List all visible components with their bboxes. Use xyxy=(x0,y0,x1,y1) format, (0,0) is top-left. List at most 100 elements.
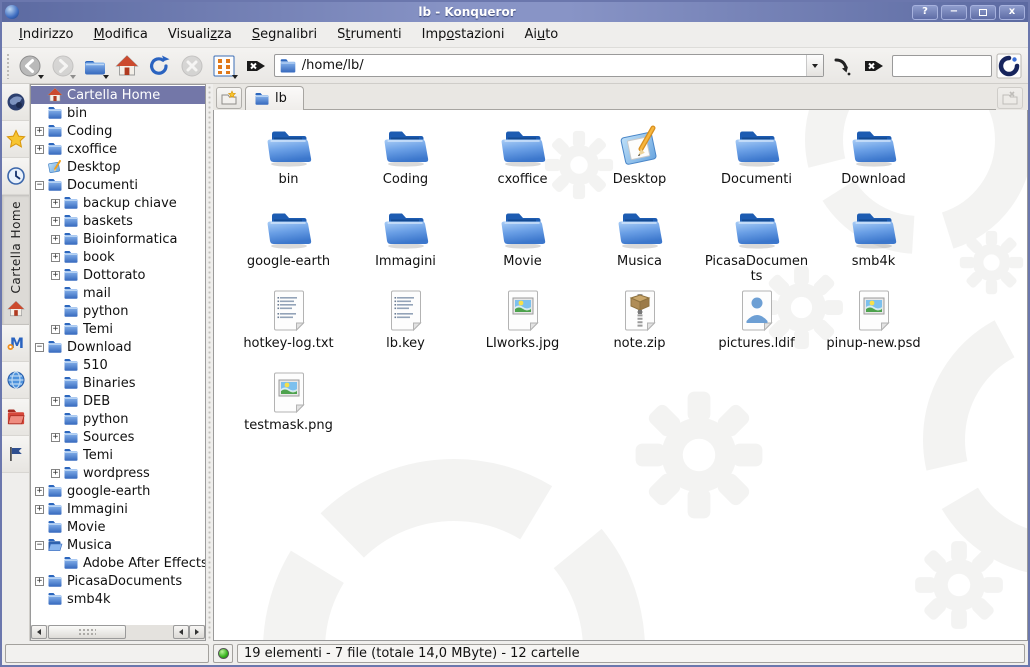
menu-visualizza[interactable]: Visualizza xyxy=(159,24,241,45)
icon-view[interactable]: binCodingcxofficeDesktopDocumentiDownloa… xyxy=(213,110,1028,641)
tree-item-desktop[interactable]: Desktop xyxy=(31,158,205,176)
expand-icon[interactable]: + xyxy=(51,325,60,334)
expand-icon[interactable]: + xyxy=(35,127,44,136)
file-note.zip[interactable]: note.zip xyxy=(581,284,698,366)
file-liworks.jpg[interactable]: LIworks.jpg xyxy=(464,284,581,366)
file-smb4k[interactable]: smb4k xyxy=(815,202,932,284)
expand-icon[interactable]: + xyxy=(51,397,60,406)
expand-icon[interactable]: + xyxy=(51,235,60,244)
menu-aiuto[interactable]: Aiuto xyxy=(515,24,567,45)
tree-item-cxoffice[interactable]: +cxoffice xyxy=(31,140,205,158)
tree-item-coding[interactable]: +Coding xyxy=(31,122,205,140)
file-cxoffice[interactable]: cxoffice xyxy=(464,120,581,202)
expand-icon[interactable]: + xyxy=(35,577,44,586)
tree-item-python[interactable]: python xyxy=(31,302,205,320)
forward-button[interactable] xyxy=(48,51,77,81)
scroll-left-button-2[interactable] xyxy=(173,625,189,639)
tree-item-binaries[interactable]: Binaries xyxy=(31,374,205,392)
menu-impostazioni[interactable]: Impostazioni xyxy=(413,24,514,45)
menu-indirizzo[interactable]: Indirizzo xyxy=(10,24,83,45)
reload-button[interactable] xyxy=(145,51,174,81)
network-panel-button[interactable] xyxy=(2,362,29,399)
scrollbar-track[interactable] xyxy=(47,625,173,640)
file-coding[interactable]: Coding xyxy=(347,120,464,202)
expand-icon[interactable]: + xyxy=(51,217,60,226)
metabar-panel-button[interactable]: M xyxy=(2,325,29,362)
tree-item-temi[interactable]: +Temi xyxy=(31,320,205,338)
scroll-left-button[interactable] xyxy=(31,625,47,639)
collapse-icon[interactable]: − xyxy=(35,181,44,190)
tree-item-adobe-after-effects-7[interactable]: Adobe After Effects 7 xyxy=(31,554,205,572)
tree-item-documenti[interactable]: −Documenti xyxy=(31,176,205,194)
file-bin[interactable]: bin xyxy=(230,120,347,202)
file-movie[interactable]: Movie xyxy=(464,202,581,284)
close-button[interactable]: x xyxy=(999,5,1025,20)
file-pictures.ldif[interactable]: pictures.ldif xyxy=(698,284,815,366)
file-testmask.png[interactable]: testmask.png xyxy=(230,366,347,448)
menu-strumenti[interactable]: Strumenti xyxy=(328,24,411,45)
expand-icon[interactable]: + xyxy=(51,271,60,280)
icon-view-mode-button[interactable] xyxy=(209,51,238,81)
expand-icon[interactable]: + xyxy=(35,145,44,154)
help-button[interactable]: ? xyxy=(912,5,938,20)
location-path[interactable]: /home/lb/ xyxy=(297,58,807,73)
tree-item-wordpress[interactable]: +wordpress xyxy=(31,464,205,482)
menu-modifica[interactable]: Modifica xyxy=(85,24,157,45)
close-tab-button[interactable] xyxy=(997,87,1023,109)
clear-location-button[interactable] xyxy=(242,51,271,81)
tree-item-movie[interactable]: Movie xyxy=(31,518,205,536)
new-tab-button[interactable] xyxy=(216,87,242,109)
pane-splitter[interactable] xyxy=(206,84,213,641)
tree-item-python[interactable]: python xyxy=(31,410,205,428)
up-button[interactable] xyxy=(80,51,109,81)
expand-icon[interactable]: + xyxy=(35,505,44,514)
menu-segnalibri[interactable]: Segnalibri xyxy=(243,24,326,45)
tree-item-temi[interactable]: Temi xyxy=(31,446,205,464)
toolbar-handle[interactable] xyxy=(6,53,11,79)
tree-item-510[interactable]: 510 xyxy=(31,356,205,374)
tree-item-download[interactable]: −Download xyxy=(31,338,205,356)
tree-item-immagini[interactable]: +Immagini xyxy=(31,500,205,518)
tree-item-deb[interactable]: +DEB xyxy=(31,392,205,410)
expand-icon[interactable]: + xyxy=(51,253,60,262)
location-bar[interactable]: /home/lb/ xyxy=(274,54,825,77)
scroll-right-button[interactable] xyxy=(189,625,205,639)
root-folder-panel-button[interactable] xyxy=(2,399,29,436)
scrollbar-thumb[interactable] xyxy=(48,625,126,639)
view-mode-caret[interactable] xyxy=(232,75,238,79)
maximize-button[interactable] xyxy=(970,5,996,20)
minimize-button[interactable]: − xyxy=(941,5,967,20)
tab-lb[interactable]: lb xyxy=(245,86,304,110)
up-caret[interactable] xyxy=(103,75,109,79)
file-desktop[interactable]: Desktop xyxy=(581,120,698,202)
stop-button[interactable] xyxy=(177,51,206,81)
collapse-icon[interactable]: − xyxy=(35,343,44,352)
tree-item-book[interactable]: +book xyxy=(31,248,205,266)
file-pinup-new.psd[interactable]: pinup-new.psd xyxy=(815,284,932,366)
web-sidebar-button[interactable] xyxy=(2,84,29,121)
tree-item-musica[interactable]: −Musica xyxy=(31,536,205,554)
history-panel-button[interactable] xyxy=(2,158,29,195)
tree-item-backup-chiave[interactable]: +backup chiave xyxy=(31,194,205,212)
file-download[interactable]: Download xyxy=(815,120,932,202)
tree-item-baskets[interactable]: +baskets xyxy=(31,212,205,230)
tree-item-picasadocuments[interactable]: +PicasaDocuments xyxy=(31,572,205,590)
expand-icon[interactable]: + xyxy=(35,487,44,496)
expand-icon[interactable]: + xyxy=(51,469,60,478)
search-input[interactable] xyxy=(892,55,992,77)
tree-item-smb4k[interactable]: smb4k xyxy=(31,590,205,608)
clear-search-button[interactable] xyxy=(860,51,889,81)
title-bar[interactable]: lb - Konqueror ? − x xyxy=(2,2,1028,22)
home-button[interactable] xyxy=(113,51,142,81)
expand-icon[interactable]: + xyxy=(51,433,60,442)
file-lb.key[interactable]: lb.key xyxy=(347,284,464,366)
go-button[interactable] xyxy=(827,51,856,81)
services-panel-button[interactable] xyxy=(2,436,29,473)
file-google-earth[interactable]: google-earth xyxy=(230,202,347,284)
back-button[interactable] xyxy=(16,51,45,81)
tree-item-mail[interactable]: mail xyxy=(31,284,205,302)
file-documenti[interactable]: Documenti xyxy=(698,120,815,202)
bookmarks-panel-button[interactable] xyxy=(2,121,29,158)
file-hotkey-log.txt[interactable]: hotkey-log.txt xyxy=(230,284,347,366)
location-dropdown-button[interactable] xyxy=(806,55,823,76)
